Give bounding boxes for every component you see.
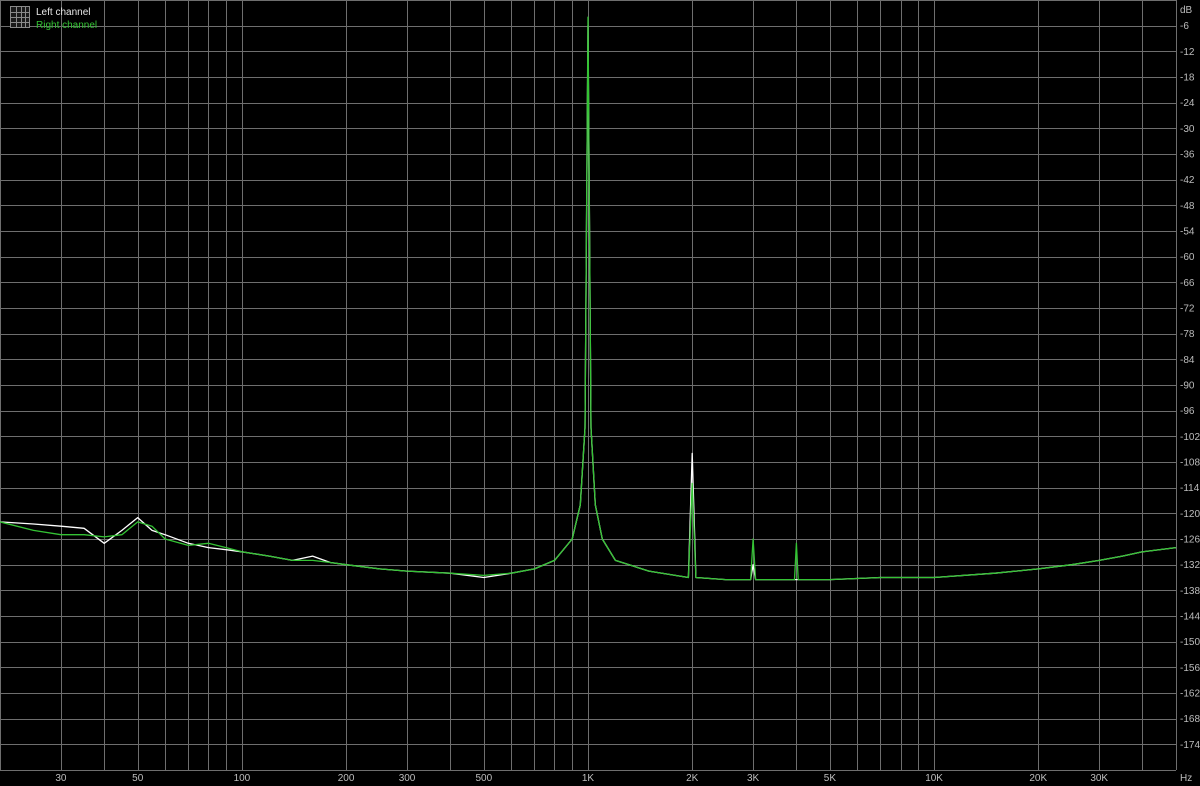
legend-right-channel: Right channel (36, 20, 98, 31)
y-tick-label: -42 (1180, 175, 1195, 186)
y-tick-label: -90 (1180, 381, 1195, 392)
x-tick-label: 10K (925, 773, 943, 784)
legend-entries: Left channel Right channel (36, 6, 97, 32)
y-tick-label: -18 (1180, 73, 1195, 84)
spectrum-chart: -6 -12 -18 -24 -30 -36 -42 -48 -54 -60 -66 -72 -78 -8… (0, 0, 1200, 786)
y-tick-label: -168 (1180, 714, 1200, 725)
y-tick-label: -108 (1180, 458, 1200, 469)
y-tick-label: -144 (1180, 612, 1200, 623)
y-tick-label: -162 (1180, 689, 1200, 700)
x-tick-label: 100 (234, 773, 251, 784)
x-tick-label: 3K (747, 773, 760, 784)
y-tick-label: -174 (1180, 740, 1200, 751)
y-tick-label: -102 (1180, 432, 1200, 443)
y-tick-label: -114 (1180, 483, 1200, 494)
y-tick-label: -36 (1180, 150, 1195, 161)
legend-left-channel: Left channel (36, 7, 91, 18)
x-tick-label: 1K (582, 773, 595, 784)
x-tick-label: 2K (686, 773, 699, 784)
y-tick-label: -12 (1180, 47, 1195, 58)
plot-background (0, 0, 1200, 786)
x-tick-label: 20K (1029, 773, 1047, 784)
x-tick-label: 50 (132, 773, 144, 784)
y-tick-label: -120 (1180, 509, 1200, 520)
y-tick-label: -24 (1180, 98, 1195, 109)
y-tick-label: -156 (1180, 663, 1200, 674)
y-axis-unit-label: dB (1180, 5, 1193, 16)
x-axis-unit-label: Hz (1180, 773, 1192, 784)
x-tick-label: 500 (475, 773, 492, 784)
y-tick-label: -96 (1180, 406, 1195, 417)
y-tick-label: -6 (1180, 21, 1189, 32)
y-tick-label: -132 (1180, 560, 1200, 571)
x-tick-label: 5K (824, 773, 837, 784)
y-tick-label: -150 (1180, 637, 1200, 648)
y-tick-label: -138 (1180, 586, 1200, 597)
x-tick-label: 300 (399, 773, 416, 784)
y-tick-label: -84 (1180, 355, 1195, 366)
y-tick-label: -54 (1180, 227, 1195, 238)
y-tick-label: -30 (1180, 124, 1195, 135)
y-tick-label: -60 (1180, 252, 1195, 263)
y-tick-label: -78 (1180, 329, 1195, 340)
legend-grid-icon[interactable] (10, 6, 30, 28)
x-tick-label: 30K (1090, 773, 1108, 784)
y-tick-label: -126 (1180, 535, 1200, 546)
y-tick-label: -66 (1180, 278, 1195, 289)
x-tick-label: 200 (338, 773, 355, 784)
x-tick-label: 30 (55, 773, 67, 784)
y-tick-label: -72 (1180, 304, 1195, 315)
y-tick-label: -48 (1180, 201, 1195, 212)
legend[interactable]: Left channel Right channel (10, 6, 97, 32)
